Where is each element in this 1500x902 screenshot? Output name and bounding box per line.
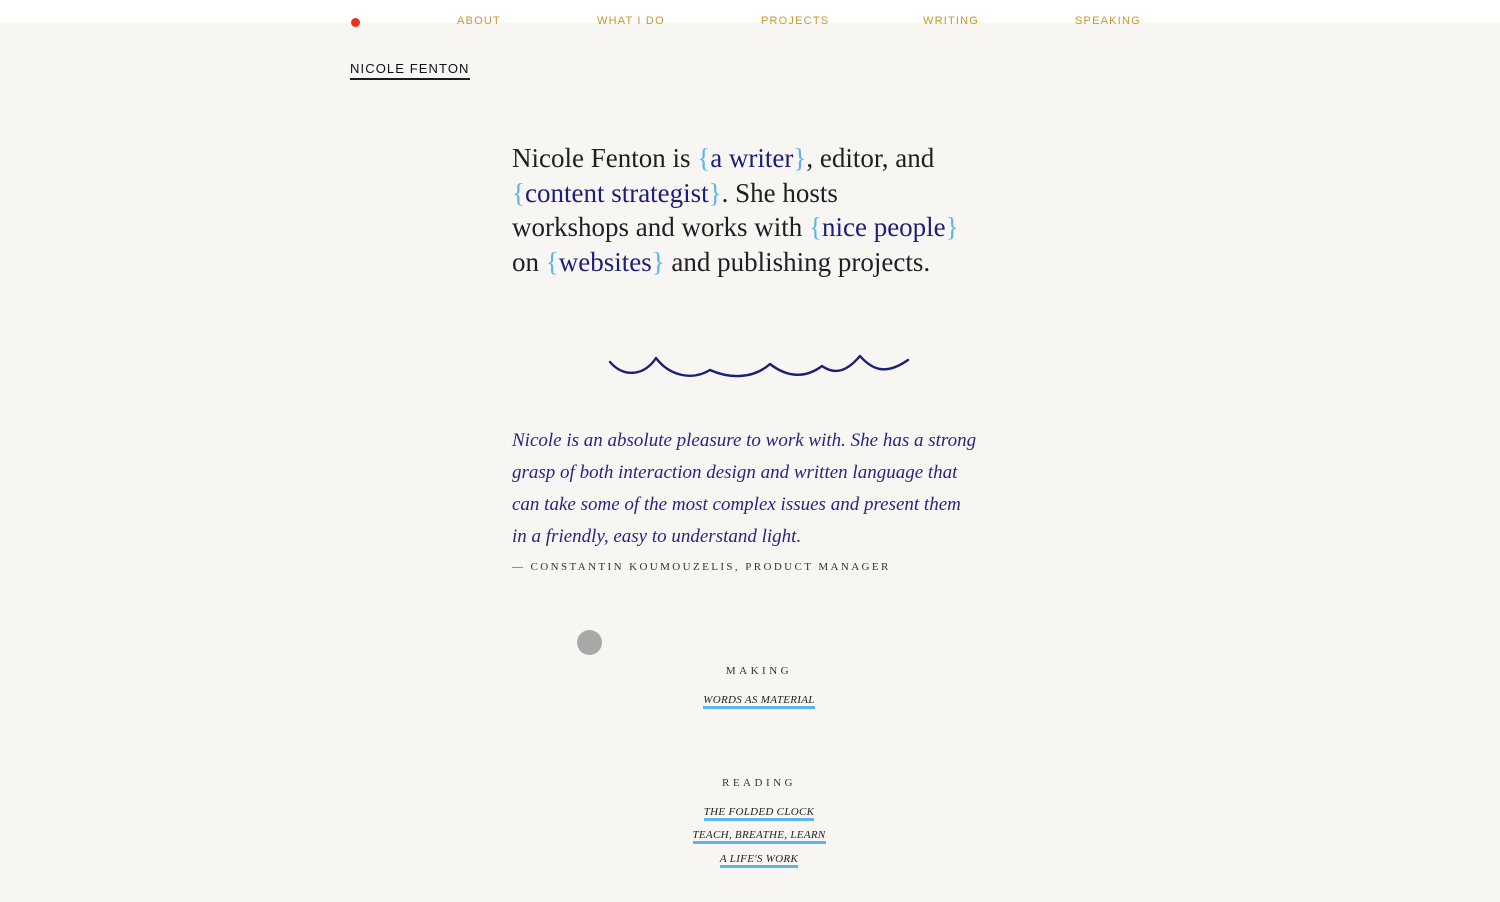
link-nice-people[interactable]: nice people	[822, 212, 946, 242]
making-heading: MAKING	[725, 665, 793, 677]
book-link-a-lifes-work[interactable]: A LIFE'S WORK	[609, 853, 909, 868]
link-websites[interactable]: websites	[559, 247, 652, 277]
book-link-words-as-material[interactable]: WORDS AS MATERIAL	[609, 694, 909, 709]
intro-text: Nicole Fenton is	[512, 143, 698, 173]
nav-item-what-i-do[interactable]: WHAT I DO	[597, 15, 665, 27]
intro-text: . She hosts	[721, 177, 838, 208]
intro-text: workshops and works with	[512, 212, 809, 242]
brace-open: {	[697, 143, 711, 173]
link-a-writer[interactable]: a writer	[710, 143, 793, 173]
nav-item-about[interactable]: ABOUT	[457, 15, 501, 27]
book-link-label[interactable]: A LIFE'S WORK	[719, 853, 799, 868]
brace-close: }	[793, 143, 807, 173]
cursor-indicator	[577, 630, 602, 655]
brace-open: {	[512, 177, 525, 208]
nav-item-writing[interactable]: WRITING	[923, 15, 979, 27]
book-link-the-folded-clock[interactable]: THE FOLDED CLOCK	[609, 806, 909, 821]
brace-open: {	[809, 212, 822, 242]
intro-text: and publishing projects.	[664, 246, 931, 277]
quote-line: Nicole is an absolute pleasure to work w…	[512, 430, 977, 451]
brace-close: }	[651, 246, 665, 277]
intro-paragraph: Nicole Fenton is {a writer}, editor, and…	[512, 141, 1032, 279]
book-link-label[interactable]: THE FOLDED CLOCK	[703, 806, 815, 821]
top-navigation-bar	[0, 0, 1500, 23]
quote-line: in a friendly, easy to understand light.	[512, 526, 802, 547]
intro-text: on	[512, 246, 546, 277]
nav-item-projects[interactable]: PROJECTS	[761, 15, 829, 27]
wave-divider-icon	[608, 354, 910, 378]
brace-open: {	[545, 246, 559, 277]
home-dot-icon[interactable]	[351, 18, 360, 27]
reading-heading: READING	[722, 777, 796, 789]
book-link-label[interactable]: TEACH, BREATHE, LEARN	[692, 829, 826, 844]
brace-close: }	[945, 212, 959, 242]
nav-item-speaking[interactable]: SPEAKING	[1075, 15, 1141, 27]
intro-text: , editor, and	[806, 143, 935, 173]
quote-line: grasp of both interaction design and wri…	[512, 462, 958, 483]
testimonial-attribution: — CONSTANTIN KOUMOUZELIS, PRODUCT MANAGE…	[512, 561, 891, 573]
link-content-strategist[interactable]: content strategist	[525, 178, 709, 208]
brace-close: }	[708, 177, 722, 208]
book-link-teach-breathe-learn[interactable]: TEACH, BREATHE, LEARN	[609, 829, 909, 844]
quote-line: can take some of the most complex issues…	[512, 494, 961, 515]
testimonial-quote: Nicole is an absolute pleasure to work w…	[512, 425, 1032, 553]
site-name-link[interactable]: NICOLE FENTON	[350, 61, 470, 80]
book-link-label[interactable]: WORDS AS MATERIAL	[703, 694, 815, 709]
